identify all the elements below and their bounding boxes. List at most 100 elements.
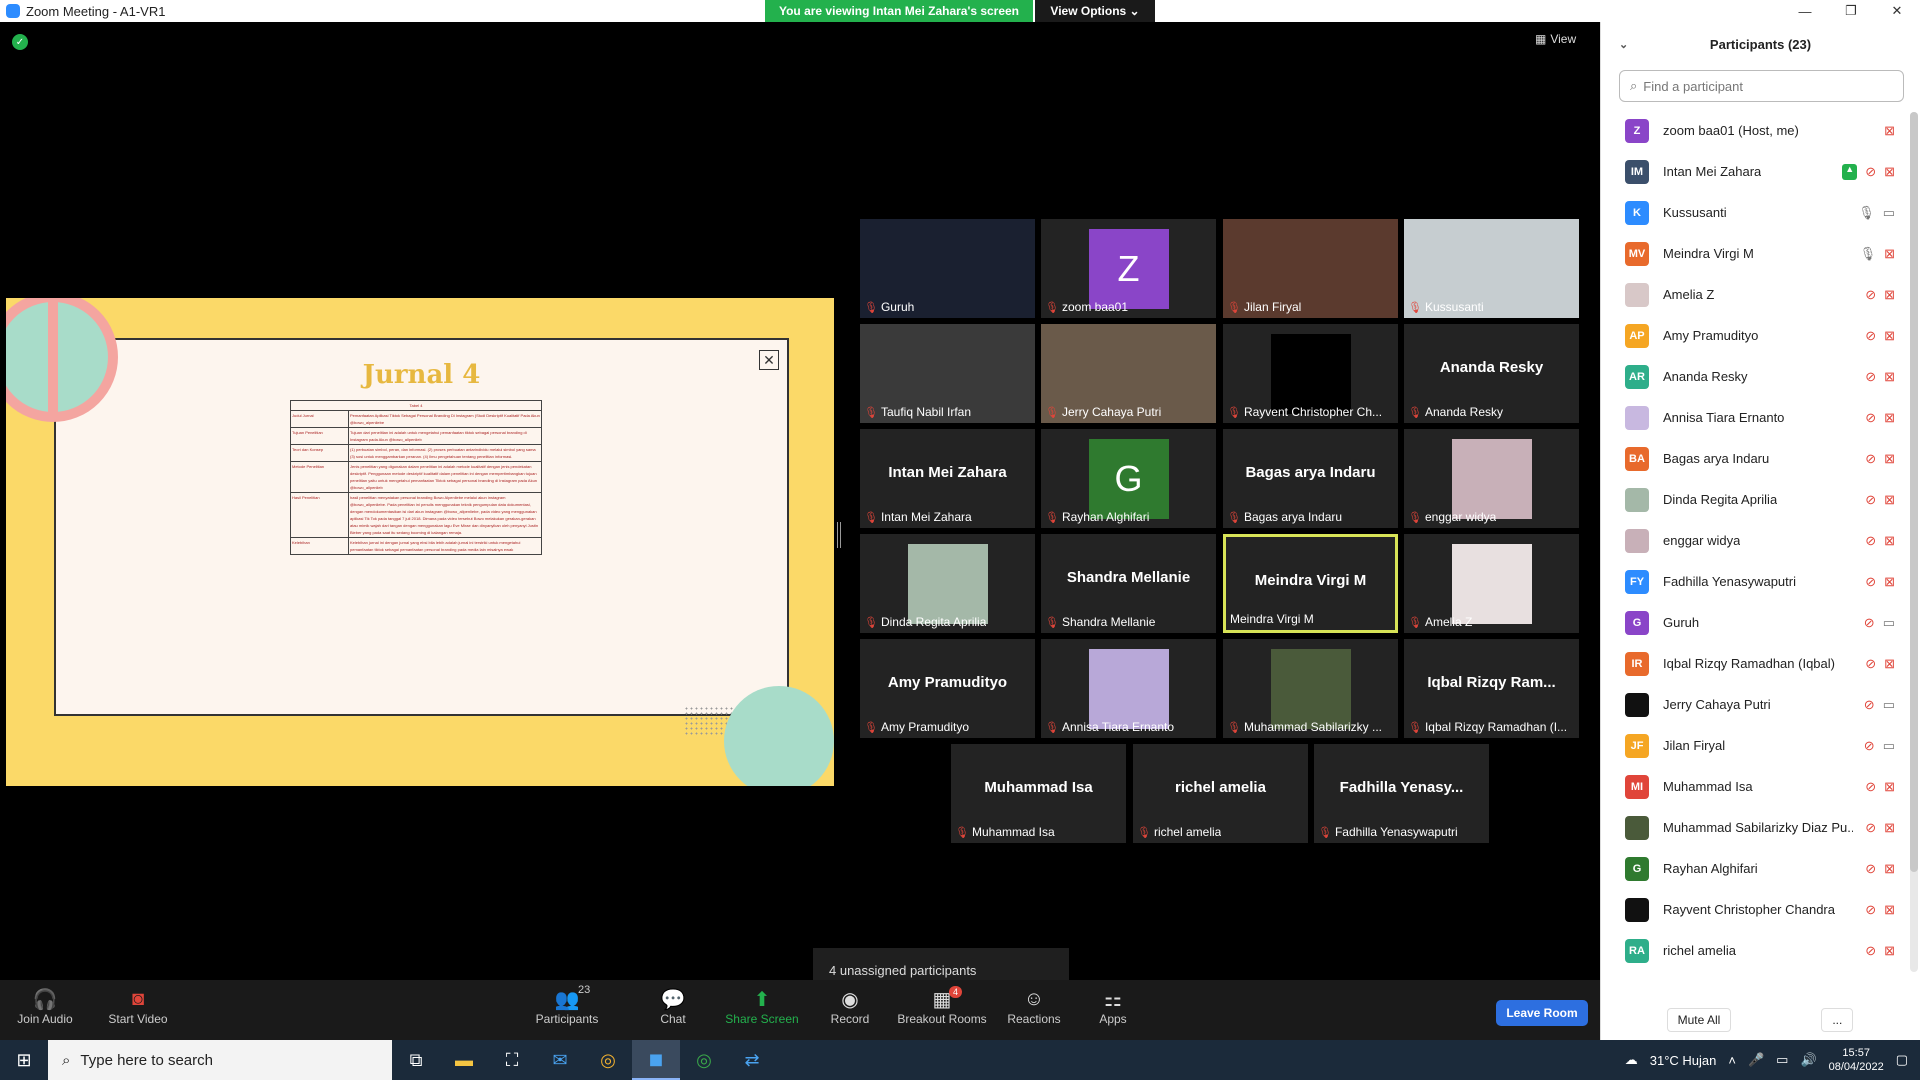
participant-row[interactable]: AR Ananda Resky ⊘ ⊠ <box>1601 356 1919 397</box>
participant-row[interactable]: FY Fadhilla Yenasywaputri ⊘ ⊠ <box>1601 561 1919 602</box>
taskbar-search-box[interactable]: ⌕ Type here to search <box>48 1040 392 1080</box>
participant-row[interactable]: MV Meindra Virgi M 🎙 ⊠ <box>1601 233 1919 274</box>
participant-row[interactable]: G Guruh ⊘ ▭ <box>1601 602 1919 643</box>
find-participant-input[interactable]: ⌕ Find a participant <box>1619 70 1904 102</box>
chrome-profile-icon[interactable]: ◎ <box>680 1040 728 1080</box>
reactions-button[interactable]: ☺ Reactions <box>989 986 1079 1027</box>
participant-tile[interactable]: Z 🎙 zoom baa01 <box>1041 219 1216 318</box>
participant-row[interactable]: JF Jilan Firyal ⊘ ▭ <box>1601 725 1919 766</box>
volume-icon[interactable]: 🔊 <box>1800 1052 1816 1068</box>
more-button[interactable]: ... <box>1821 1008 1854 1032</box>
tile-name: Annisa Tiara Ernanto <box>1061 720 1175 734</box>
participant-tile[interactable]: Fadhilla Yenasy... 🎙 Fadhilla Yenasywaputr… <box>1314 744 1489 843</box>
participant-tile[interactable]: Ananda Resky 🎙 Ananda Resky <box>1404 324 1579 423</box>
participant-tile[interactable]: Bagas arya Indaru 🎙 Bagas arya Indaru <box>1223 429 1398 528</box>
participants-list: Zzoom baa01 (Host, me) ⊠ IM Intan Mei Zahar… <box>1601 110 1919 990</box>
participant-tile[interactable]: Shandra Mellanie 🎙 Shandra Mellanie <box>1041 534 1216 633</box>
participant-row[interactable]: Annisa Tiara Ernanto ⊘ ⊠ <box>1601 397 1919 438</box>
participant-row[interactable]: Muhammad Sabilarizky Diaz Pu... ⊘ ⊠ <box>1601 807 1919 848</box>
participant-row[interactable]: IM Intan Mei Zahara ▲ ⊘ ⊠ <box>1601 151 1919 192</box>
mic-muted-icon: ⊘ <box>1865 368 1877 384</box>
participant-tile[interactable]: 🎙 Jerry Cahaya Putri <box>1041 324 1216 423</box>
clock[interactable]: 15:57 08/04/2022 <box>1829 1046 1884 1074</box>
chevron-down-icon[interactable]: ⌄ <box>1619 38 1628 51</box>
participant-status-icons: ⊘ ⊠ <box>1865 820 1895 836</box>
tile-name: Muhammad Sabilarizky ... <box>1243 720 1383 734</box>
zoom-taskbar-icon[interactable]: ◼ <box>632 1040 680 1080</box>
windows-start-icon[interactable]: ⊞ <box>0 1040 48 1080</box>
video-icon: ▭ <box>1882 614 1895 630</box>
share-screen-button[interactable]: ⬆ Share Screen <box>717 986 807 1027</box>
windows-taskbar: ⊞ ⌕ Type here to search ⧉ ▬ ⛶ ✉ ◎ ◼ ◎ ⇄ … <box>0 1040 1920 1080</box>
mute-all-button[interactable]: Mute All <box>1666 1008 1732 1032</box>
notifications-icon[interactable]: ▢ <box>1896 1052 1908 1068</box>
scrollbar-thumb[interactable] <box>1910 112 1918 872</box>
view-button[interactable]: ▦ View <box>1535 32 1576 46</box>
file-explorer-icon[interactable]: ▬ <box>440 1040 488 1080</box>
tile-name: Rayhan Alghifari <box>1061 510 1150 524</box>
chrome-icon[interactable]: ◎ <box>584 1040 632 1080</box>
participant-tile[interactable]: 🎙 Rayvent Christopher Ch... <box>1223 324 1398 423</box>
mail-icon[interactable]: ✉ <box>536 1040 584 1080</box>
participant-tile[interactable]: Amy Pramudityo 🎙 Amy Pramudityo <box>860 639 1035 738</box>
start-video-button[interactable]: ◙ Start Video <box>93 986 183 1027</box>
participant-avatar: IR <box>1625 651 1649 676</box>
participant-row[interactable]: enggar widya ⊘ ⊠ <box>1601 520 1919 561</box>
participant-tile[interactable]: 🎙 Annisa Tiara Ernanto <box>1041 639 1216 738</box>
participant-row[interactable]: Zzoom baa01 (Host, me) ⊠ <box>1601 110 1919 151</box>
participant-row[interactable]: Amelia Z ⊘ ⊠ <box>1601 274 1919 315</box>
participant-row[interactable]: K Kussusanti 🎙 ▭ <box>1601 192 1919 233</box>
participant-row[interactable]: IR Iqbal Rizqy Ramadhan (Iqbal) ⊘ ⊠ <box>1601 643 1919 684</box>
tile-display-name: Iqbal Rizqy Ram... <box>1427 674 1556 691</box>
share-screen-icon: ⬆ <box>753 988 771 1011</box>
maximize-icon[interactable]: ❐ <box>1828 0 1874 22</box>
weather-text[interactable]: 31°C Hujan <box>1650 1053 1717 1068</box>
apps-icon: ⚏ <box>1104 988 1122 1011</box>
close-icon[interactable]: ✕ <box>1874 0 1920 22</box>
mic-muted-icon: ⊘ <box>1865 491 1877 507</box>
participant-row[interactable]: Rayvent Christopher Chandra ⊘ ⊠ <box>1601 889 1919 930</box>
participant-tile[interactable]: 🎙 Kussusanti <box>1404 219 1579 318</box>
participants-scrollbar[interactable] <box>1910 112 1918 972</box>
participant-tile[interactable]: Iqbal Rizqy Ram... 🎙 Iqbal Rizqy Ramadhan … <box>1404 639 1579 738</box>
participant-tile[interactable]: 🎙 Jilan Firyal <box>1223 219 1398 318</box>
join-audio-button[interactable]: 🎧 Join Audio <box>0 986 90 1027</box>
store-icon[interactable]: ⛶ <box>488 1040 536 1080</box>
participants-button[interactable]: 👥 23 Participants <box>522 984 612 1026</box>
participant-tile[interactable]: 🎙 enggar widya <box>1404 429 1579 528</box>
participant-row[interactable]: Dinda Regita Aprilia ⊘ ⊠ <box>1601 479 1919 520</box>
split-divider-handle[interactable] <box>837 522 841 548</box>
participant-row[interactable]: Jerry Cahaya Putri ⊘ ▭ <box>1601 684 1919 725</box>
participant-tile[interactable]: 🎙 Taufiq Nabil Irfan <box>860 324 1035 423</box>
teamviewer-icon[interactable]: ⇄ <box>728 1040 776 1080</box>
participant-tile[interactable]: 🎙 Muhammad Sabilarizky ... <box>1223 639 1398 738</box>
participant-row[interactable]: AP Amy Pramudityo ⊘ ⊠ <box>1601 315 1919 356</box>
network-icon[interactable]: ▭ <box>1776 1052 1788 1068</box>
video-off-icon: ⊠ <box>1884 901 1895 917</box>
apps-button[interactable]: ⚏ Apps <box>1068 986 1158 1027</box>
breakout-rooms-button[interactable]: ▦ 4 Breakout Rooms <box>897 986 987 1026</box>
participant-tile[interactable]: Meindra Virgi M Meindra Virgi M <box>1223 534 1398 633</box>
participant-tile[interactable]: G 🎙 Rayhan Alghifari <box>1041 429 1216 528</box>
mic-muted-icon: 🎙 <box>1045 721 1059 734</box>
participant-tile[interactable]: Intan Mei Zahara 🎙 Intan Mei Zahara <box>860 429 1035 528</box>
chevron-up-icon[interactable]: ˄ <box>1728 1053 1736 1068</box>
record-button[interactable]: ◉ Record <box>805 986 895 1027</box>
chat-button[interactable]: 💬 Chat <box>628 986 718 1027</box>
task-view-icon[interactable]: ⧉ <box>392 1040 440 1080</box>
participant-tile[interactable]: 🎙 Dinda Regita Aprilia <box>860 534 1035 633</box>
minimize-icon[interactable]: — <box>1782 0 1828 22</box>
participant-avatar <box>1625 692 1649 717</box>
participant-tile[interactable]: 🎙 Guruh <box>860 219 1035 318</box>
mic-muted-icon: ⊘ <box>1865 655 1877 671</box>
participant-tile[interactable]: Muhammad Isa 🎙 Muhammad Isa <box>951 744 1126 843</box>
leave-room-button[interactable]: Leave Room <box>1496 1000 1588 1026</box>
security-shield-icon[interactable]: ✓ <box>12 34 28 50</box>
participant-row[interactable]: G Rayhan Alghifari ⊘ ⊠ <box>1601 848 1919 889</box>
participant-row[interactable]: MI Muhammad Isa ⊘ ⊠ <box>1601 766 1919 807</box>
participant-tile[interactable]: 🎙 Amelia Z <box>1404 534 1579 633</box>
participant-row[interactable]: BA Bagas arya Indaru ⊘ ⊠ <box>1601 438 1919 479</box>
participant-tile[interactable]: richel amelia 🎙 richel amelia <box>1133 744 1308 843</box>
participant-row[interactable]: RA richel amelia ⊘ ⊠ <box>1601 930 1919 971</box>
view-options-button[interactable]: View Options ⌄ <box>1035 0 1155 22</box>
